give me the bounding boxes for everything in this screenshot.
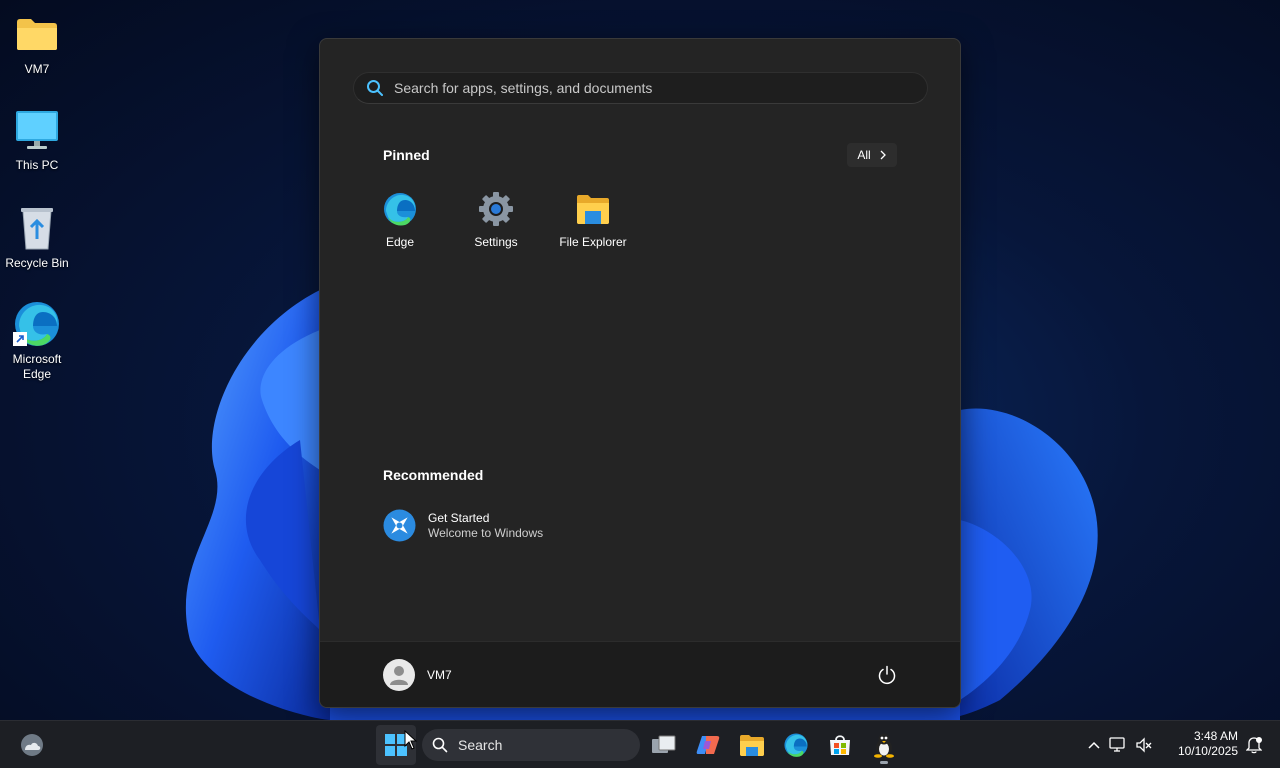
user-icon bbox=[390, 666, 408, 685]
power-icon[interactable] bbox=[876, 664, 898, 686]
user-name: VM7 bbox=[427, 668, 452, 682]
desktop-icon-vm7[interactable]: VM7 bbox=[2, 10, 72, 77]
desktop-icon-this-pc[interactable]: This PC bbox=[2, 106, 72, 173]
desktop-icon-label: Microsoft Edge bbox=[12, 352, 62, 381]
edge-button[interactable] bbox=[776, 725, 816, 765]
recycle-bin-icon bbox=[13, 204, 61, 252]
search-icon bbox=[432, 737, 448, 753]
search-icon bbox=[367, 80, 383, 96]
recommended-item-subtitle: Welcome to Windows bbox=[428, 525, 544, 540]
recommended-item-title: Get Started bbox=[428, 510, 490, 525]
desktop-icon-label: This PC bbox=[15, 158, 59, 172]
user-account-button[interactable]: VM7 bbox=[383, 659, 452, 691]
linux-icon bbox=[874, 733, 894, 758]
clock-button[interactable]: 3:48 AM 10/10/2025 bbox=[1168, 729, 1238, 759]
weather-cloud-icon bbox=[21, 734, 43, 756]
file-explorer-icon bbox=[740, 735, 764, 756]
pinned-app-edge[interactable]: Edge bbox=[352, 189, 448, 249]
network-icon bbox=[1109, 737, 1125, 752]
edge-icon bbox=[384, 193, 416, 226]
notifications-button[interactable] bbox=[1242, 725, 1266, 765]
desktop-icon-recycle-bin[interactable]: Recycle Bin bbox=[2, 204, 72, 271]
pinned-app-label: Settings bbox=[474, 235, 518, 249]
pinned-app-label: Edge bbox=[385, 235, 415, 249]
shortcut-arrow-icon bbox=[13, 332, 27, 346]
pinned-app-label: File Explorer bbox=[559, 235, 627, 249]
widgets-button[interactable] bbox=[12, 725, 52, 765]
copilot-button[interactable] bbox=[688, 725, 728, 765]
start-menu-footer: VM7 bbox=[320, 641, 960, 707]
folder-icon bbox=[13, 10, 61, 58]
clock-time: 3:48 AM bbox=[1193, 729, 1238, 743]
recommended-heading: Recommended bbox=[383, 467, 484, 483]
volume-button[interactable] bbox=[1132, 725, 1156, 765]
start-menu: Pinned All Edge Settings File Explorer R… bbox=[319, 38, 961, 708]
start-search-box[interactable] bbox=[353, 72, 928, 104]
pinned-heading: Pinned bbox=[383, 147, 430, 163]
chevron-up-icon bbox=[1088, 741, 1100, 749]
pinned-app-file-explorer[interactable]: File Explorer bbox=[545, 189, 641, 249]
store-button[interactable] bbox=[820, 725, 860, 765]
all-apps-label: All bbox=[857, 148, 871, 162]
edge-icon bbox=[784, 733, 808, 757]
desktop-icon-label: Recycle Bin bbox=[5, 256, 69, 270]
task-view-button[interactable] bbox=[644, 725, 684, 765]
running-indicator bbox=[880, 761, 888, 764]
get-started-icon bbox=[383, 509, 416, 542]
all-apps-button[interactable]: All bbox=[847, 143, 897, 167]
desktop-icon-microsoft-edge[interactable]: Microsoft Edge bbox=[2, 300, 72, 382]
folder-icon bbox=[577, 195, 609, 224]
recommended-item-get-started[interactable]: Get Started Welcome to Windows bbox=[383, 509, 543, 542]
monitor-icon bbox=[13, 106, 61, 154]
taskbar-search[interactable]: Search bbox=[422, 729, 640, 761]
pinned-app-settings[interactable]: Settings bbox=[448, 189, 544, 249]
chevron-right-icon bbox=[880, 150, 886, 160]
gear-icon bbox=[479, 192, 513, 226]
notification-bell-icon bbox=[1246, 737, 1262, 754]
mouse-cursor-icon bbox=[404, 730, 418, 750]
avatar bbox=[383, 659, 415, 691]
taskbar-search-label: Search bbox=[458, 737, 503, 753]
edge-icon bbox=[13, 300, 61, 348]
clock-date: 10/10/2025 bbox=[1177, 744, 1238, 758]
task-view-icon bbox=[652, 735, 676, 753]
taskbar: Search 3:48 AM 10/10/2025 bbox=[0, 720, 1280, 768]
file-explorer-button[interactable] bbox=[732, 725, 772, 765]
linux-app-button[interactable] bbox=[864, 725, 904, 765]
store-icon bbox=[830, 735, 850, 755]
desktop-icon-label: VM7 bbox=[24, 62, 50, 76]
volume-muted-icon bbox=[1136, 737, 1152, 753]
network-button[interactable] bbox=[1106, 725, 1130, 765]
copilot-icon bbox=[696, 736, 720, 754]
start-search-input[interactable] bbox=[394, 80, 914, 96]
